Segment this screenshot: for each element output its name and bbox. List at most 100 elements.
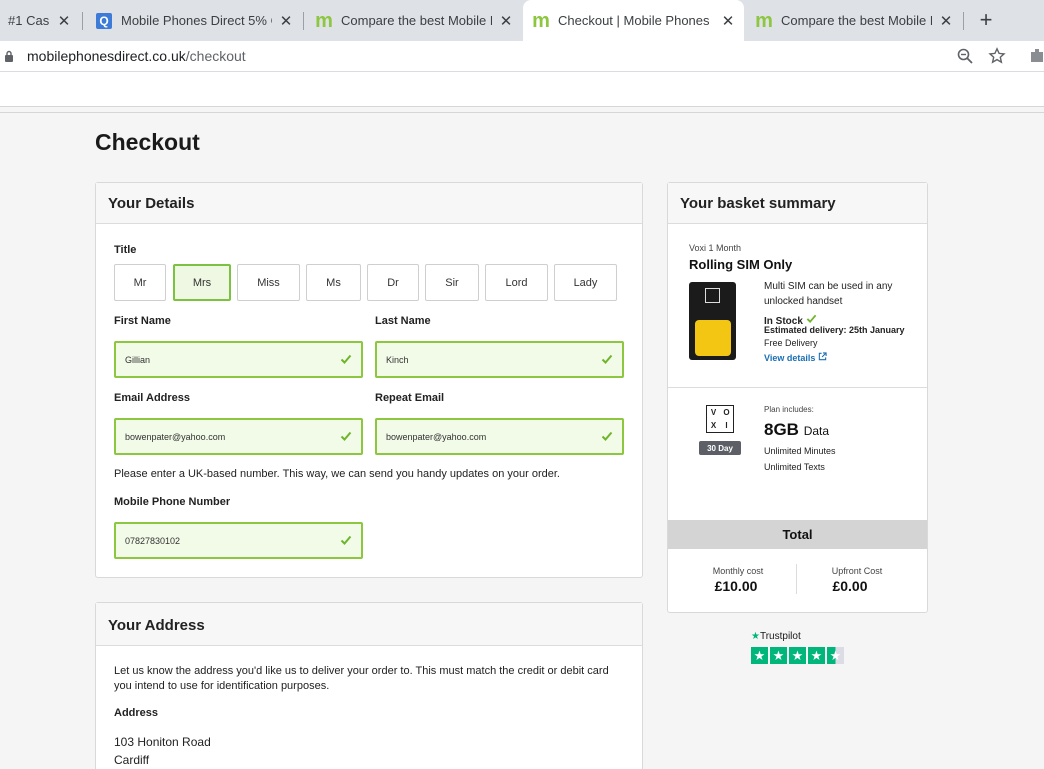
external-link-icon: [818, 352, 827, 361]
cost-divider: [796, 564, 797, 594]
upfront-cost-value: £0.00: [832, 578, 868, 594]
tab-separator: [303, 12, 304, 30]
rating-star-icon: ★: [751, 647, 768, 664]
plan-duration-badge: 30 Day: [699, 441, 741, 455]
close-icon[interactable]: ✕: [720, 12, 736, 30]
close-icon[interactable]: ✕: [938, 12, 954, 30]
tab-title: Checkout | Mobile Phones Direct: [558, 13, 714, 28]
lock-icon: [5, 50, 13, 62]
site-header: [0, 72, 1044, 107]
monthly-cost-value: £10.00: [714, 578, 758, 594]
total-heading: Total: [668, 520, 927, 549]
checkmark-icon: [601, 431, 613, 441]
checkmark-icon: [340, 535, 352, 545]
phone-help-text: Please enter a UK-based number. This way…: [114, 468, 560, 480]
monthly-cost-label: Monthly cost: [712, 566, 764, 576]
tab-cashback[interactable]: #1 Cashback ✕: [0, 0, 80, 41]
checkmark-icon: [340, 354, 352, 364]
tab-title: Compare the best Mobile Phone: [781, 13, 932, 28]
address-line-1: 103 Honiton Road: [114, 735, 211, 749]
close-icon[interactable]: ✕: [498, 12, 514, 30]
tab-title: #1 Cashback: [8, 13, 50, 28]
tab-separator: [82, 12, 83, 30]
tab-compare-1[interactable]: m Compare the best Mobile Phone ✕: [306, 0, 522, 41]
trustpilot-logo[interactable]: ★Trustpilot: [751, 631, 801, 642]
view-details-link[interactable]: View details: [764, 352, 827, 363]
plan-name: Rolling SIM Only: [689, 257, 793, 272]
data-amount: 8GB: [764, 420, 799, 439]
trustpilot-star-icon: ★: [751, 631, 760, 642]
voxi-logo: VOXI: [706, 405, 734, 433]
texts-allowance: Unlimited Texts: [764, 462, 825, 472]
zoom-icon[interactable]: [956, 47, 974, 65]
title-option-ms[interactable]: Ms: [306, 264, 361, 301]
minutes-allowance: Unlimited Minutes: [764, 446, 836, 456]
sim-chip-image: [695, 320, 731, 356]
rating-star-icon: ★: [770, 647, 787, 664]
phone-label: Mobile Phone Number: [114, 496, 231, 508]
tab-title: Mobile Phones Direct 5% Cashback: [121, 13, 272, 28]
tab-separator: [963, 12, 964, 30]
address-help-text: Let us know the address you'd like us to…: [114, 665, 609, 692]
extension-icon[interactable]: [1028, 47, 1044, 65]
checkmark-icon: [340, 431, 352, 441]
network-name: Voxi 1 Month: [689, 243, 742, 253]
title-label: Title: [114, 244, 137, 256]
tab-compare-2[interactable]: m Compare the best Mobile Phone ✕: [746, 0, 962, 41]
data-allowance: 8GB Data: [764, 420, 829, 440]
rating-star-icon: ★: [789, 647, 806, 664]
close-icon[interactable]: ✕: [278, 12, 294, 30]
last-name-value: Kinch: [386, 354, 409, 365]
half-star-icon: ★: [827, 647, 844, 664]
close-icon[interactable]: ✕: [56, 12, 72, 30]
view-details-text: View details: [764, 353, 816, 363]
title-option-sir[interactable]: Sir: [425, 264, 479, 301]
mobiles-m-icon: m: [532, 9, 550, 32]
tab-checkout[interactable]: m Checkout | Mobile Phones Direct ✕: [523, 0, 744, 41]
tab-title: Compare the best Mobile Phone: [341, 13, 492, 28]
free-delivery: Free Delivery: [764, 338, 818, 348]
repeat-email-value: bowenpater@yahoo.com: [386, 431, 487, 442]
address-label: Address: [114, 707, 159, 719]
tab-quidco[interactable]: Q Mobile Phones Direct 5% Cashback ✕: [86, 0, 302, 41]
last-name-label: Last Name: [375, 315, 431, 327]
phone-field[interactable]: 07827830102: [114, 522, 363, 559]
your-details-card: Your Details: [95, 182, 643, 578]
your-details-heading: Your Details: [96, 183, 642, 224]
url-text[interactable]: mobilephonesdirect.co.uk/checkout: [27, 48, 246, 64]
first-name-value: Gillian: [125, 354, 151, 365]
your-address-heading: Your Address: [96, 603, 642, 646]
quidco-q-icon: Q: [96, 12, 112, 29]
title-option-miss[interactable]: Miss: [237, 264, 300, 301]
title-option-dr[interactable]: Dr: [367, 264, 419, 301]
phone-value: 07827830102: [125, 535, 181, 546]
header-divider: [0, 112, 1044, 113]
address-bar[interactable]: mobilephonesdirect.co.uk/checkout: [0, 41, 1044, 72]
url-path: /checkout: [185, 48, 246, 64]
title-option-mr[interactable]: Mr: [114, 264, 166, 301]
title-option-lady[interactable]: Lady: [554, 264, 617, 301]
title-option-mrs[interactable]: Mrs: [173, 264, 231, 301]
basket-summary-heading: Your basket summary: [668, 183, 927, 224]
first-name-label: First Name: [114, 315, 171, 327]
rating-star-icon: ★: [808, 647, 825, 664]
page-title: Checkout: [95, 129, 200, 155]
address-line-2: Cardiff: [114, 753, 150, 767]
first-name-field[interactable]: Gillian: [114, 341, 363, 378]
bookmark-star-icon[interactable]: [988, 47, 1006, 65]
url-domain: mobilephonesdirect.co.uk: [27, 48, 186, 64]
email-value: bowenpater@yahoo.com: [125, 431, 226, 442]
email-label: Email Address: [114, 392, 191, 404]
repeat-email-field[interactable]: bowenpater@yahoo.com: [375, 418, 624, 455]
mobiles-m-icon: m: [315, 9, 333, 32]
last-name-field[interactable]: Kinch: [375, 341, 624, 378]
title-option-lord[interactable]: Lord: [485, 264, 548, 301]
sim-description: Multi SIM can be used in any unlocked ha…: [764, 281, 893, 307]
checkmark-icon: [601, 354, 613, 364]
email-field[interactable]: bowenpater@yahoo.com: [114, 418, 363, 455]
upfront-cost-label: Upfront Cost: [831, 566, 883, 576]
new-tab-button[interactable]: +: [975, 9, 997, 31]
trustpilot-name: Trustpilot: [759, 631, 801, 642]
basket-divider: [668, 387, 927, 388]
repeat-email-label: Repeat Email: [375, 392, 445, 404]
